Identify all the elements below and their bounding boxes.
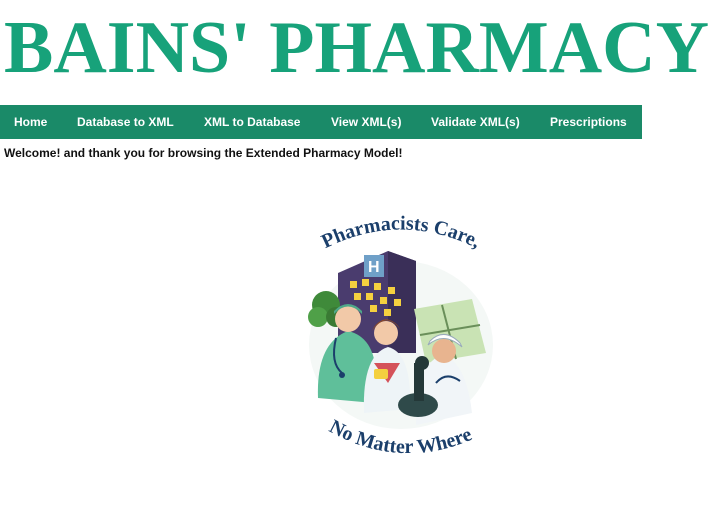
nav-view-xml[interactable]: View XML(s) — [331, 105, 401, 139]
site-title: BAINS' PHARMACY — [4, 7, 710, 89]
svg-text:H: H — [368, 259, 380, 276]
poster-top-text: Pharmacists Care, — [318, 213, 484, 253]
nav-database-to-xml[interactable]: Database to XML — [77, 105, 174, 139]
nav-prescriptions[interactable]: Prescriptions — [550, 105, 627, 139]
poster-illustration: H Pharmacists Care, No Matter Where — [308, 213, 493, 458]
main-navbar: Home Database to XML XML to Database Vie… — [0, 105, 642, 139]
pharmacists-care-poster: H Pharmacists Care, No Matter Where — [296, 213, 506, 465]
welcome-message: Welcome! and thank you for browsing the … — [4, 146, 403, 160]
nav-xml-to-database[interactable]: XML to Database — [204, 105, 300, 139]
nav-home[interactable]: Home — [14, 105, 47, 139]
nav-validate-xml[interactable]: Validate XML(s) — [431, 105, 520, 139]
